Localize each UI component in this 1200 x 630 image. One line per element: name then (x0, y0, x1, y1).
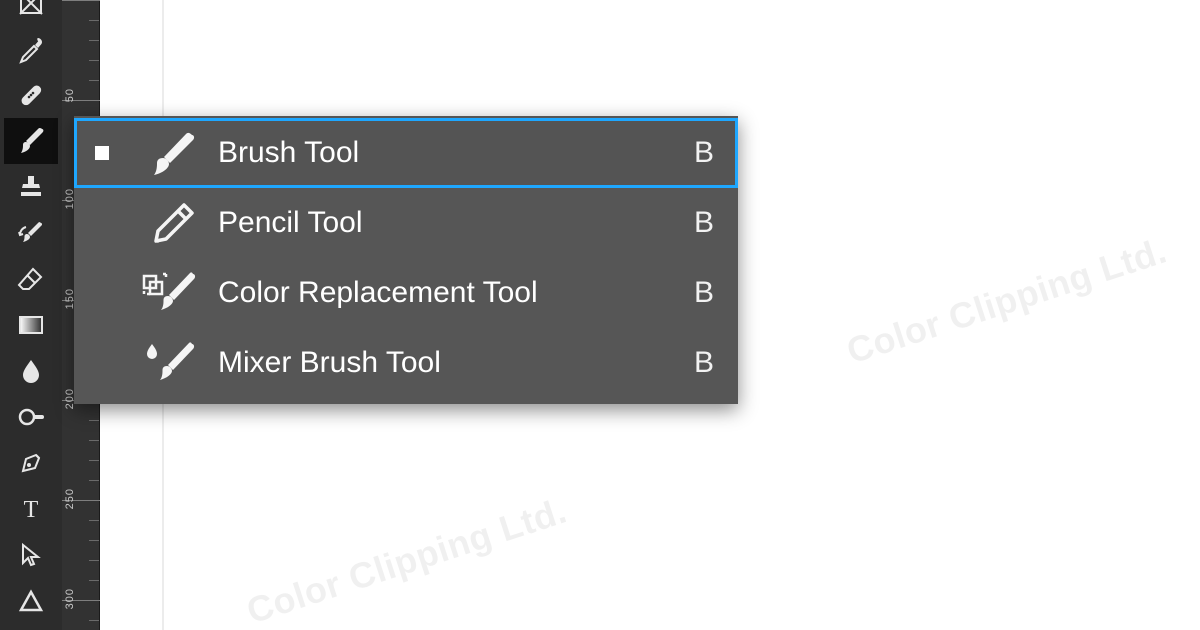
flyout-item-shortcut: B (674, 276, 714, 310)
ruler-label: 300 (65, 588, 76, 609)
pen-tool[interactable] (4, 440, 58, 486)
active-tool-marker (74, 146, 130, 160)
eraser-icon (16, 264, 46, 294)
flyout-item-mixer-brush[interactable]: Mixer Brush Tool B (74, 328, 738, 398)
pen-icon (17, 449, 45, 477)
brush-tool[interactable] (4, 118, 58, 164)
artboard-tool[interactable] (4, 0, 58, 26)
flyout-item-label: Brush Tool (214, 136, 674, 170)
bandage-icon (16, 80, 46, 110)
flyout-item-label: Pencil Tool (214, 206, 674, 240)
eraser-tool[interactable] (4, 256, 58, 302)
svg-text:T: T (24, 497, 39, 523)
eyedropper-tool[interactable] (4, 26, 58, 72)
stamp-icon (16, 172, 46, 202)
tools-panel: T (0, 0, 62, 630)
brush-icon (15, 125, 47, 157)
flyout-item-pencil[interactable]: Pencil Tool B (74, 188, 738, 258)
flyout-item-color-replacement[interactable]: Color Replacement Tool B (74, 258, 738, 328)
eyedropper-icon (16, 34, 46, 64)
shape-tool[interactable] (4, 578, 58, 624)
ruler-label: 250 (65, 488, 76, 509)
flyout-item-shortcut: B (674, 136, 714, 170)
dodge-icon (16, 402, 46, 432)
history-brush-icon (16, 218, 46, 248)
blur-tool[interactable] (4, 348, 58, 394)
app-screenshot: 50100150200250300 (0, 0, 1200, 630)
brush-tool-flyout: Brush Tool B Pencil Tool B (74, 116, 738, 404)
arrow-cursor-icon (18, 542, 44, 568)
type-tool[interactable]: T (4, 486, 58, 532)
flyout-item-shortcut: B (674, 346, 714, 380)
clone-stamp-tool[interactable] (4, 164, 58, 210)
flyout-item-brush[interactable]: Brush Tool B (74, 118, 738, 188)
mixer-brush-icon (130, 335, 214, 391)
flyout-item-shortcut: B (674, 206, 714, 240)
triangle-icon (17, 587, 45, 615)
brush-icon (130, 125, 214, 181)
flyout-item-label: Color Replacement Tool (214, 276, 674, 310)
drop-icon (17, 357, 45, 385)
pencil-icon (130, 195, 214, 251)
heal-tool[interactable] (4, 72, 58, 118)
gradient-icon (17, 311, 45, 339)
history-brush-tool[interactable] (4, 210, 58, 256)
ruler-label: 50 (65, 88, 76, 102)
path-selection-tool[interactable] (4, 532, 58, 578)
artboard-icon (16, 0, 46, 18)
type-icon: T (17, 495, 45, 523)
gradient-tool[interactable] (4, 302, 58, 348)
color-replacement-icon (130, 265, 214, 321)
flyout-item-label: Mixer Brush Tool (214, 346, 674, 380)
dodge-tool[interactable] (4, 394, 58, 440)
